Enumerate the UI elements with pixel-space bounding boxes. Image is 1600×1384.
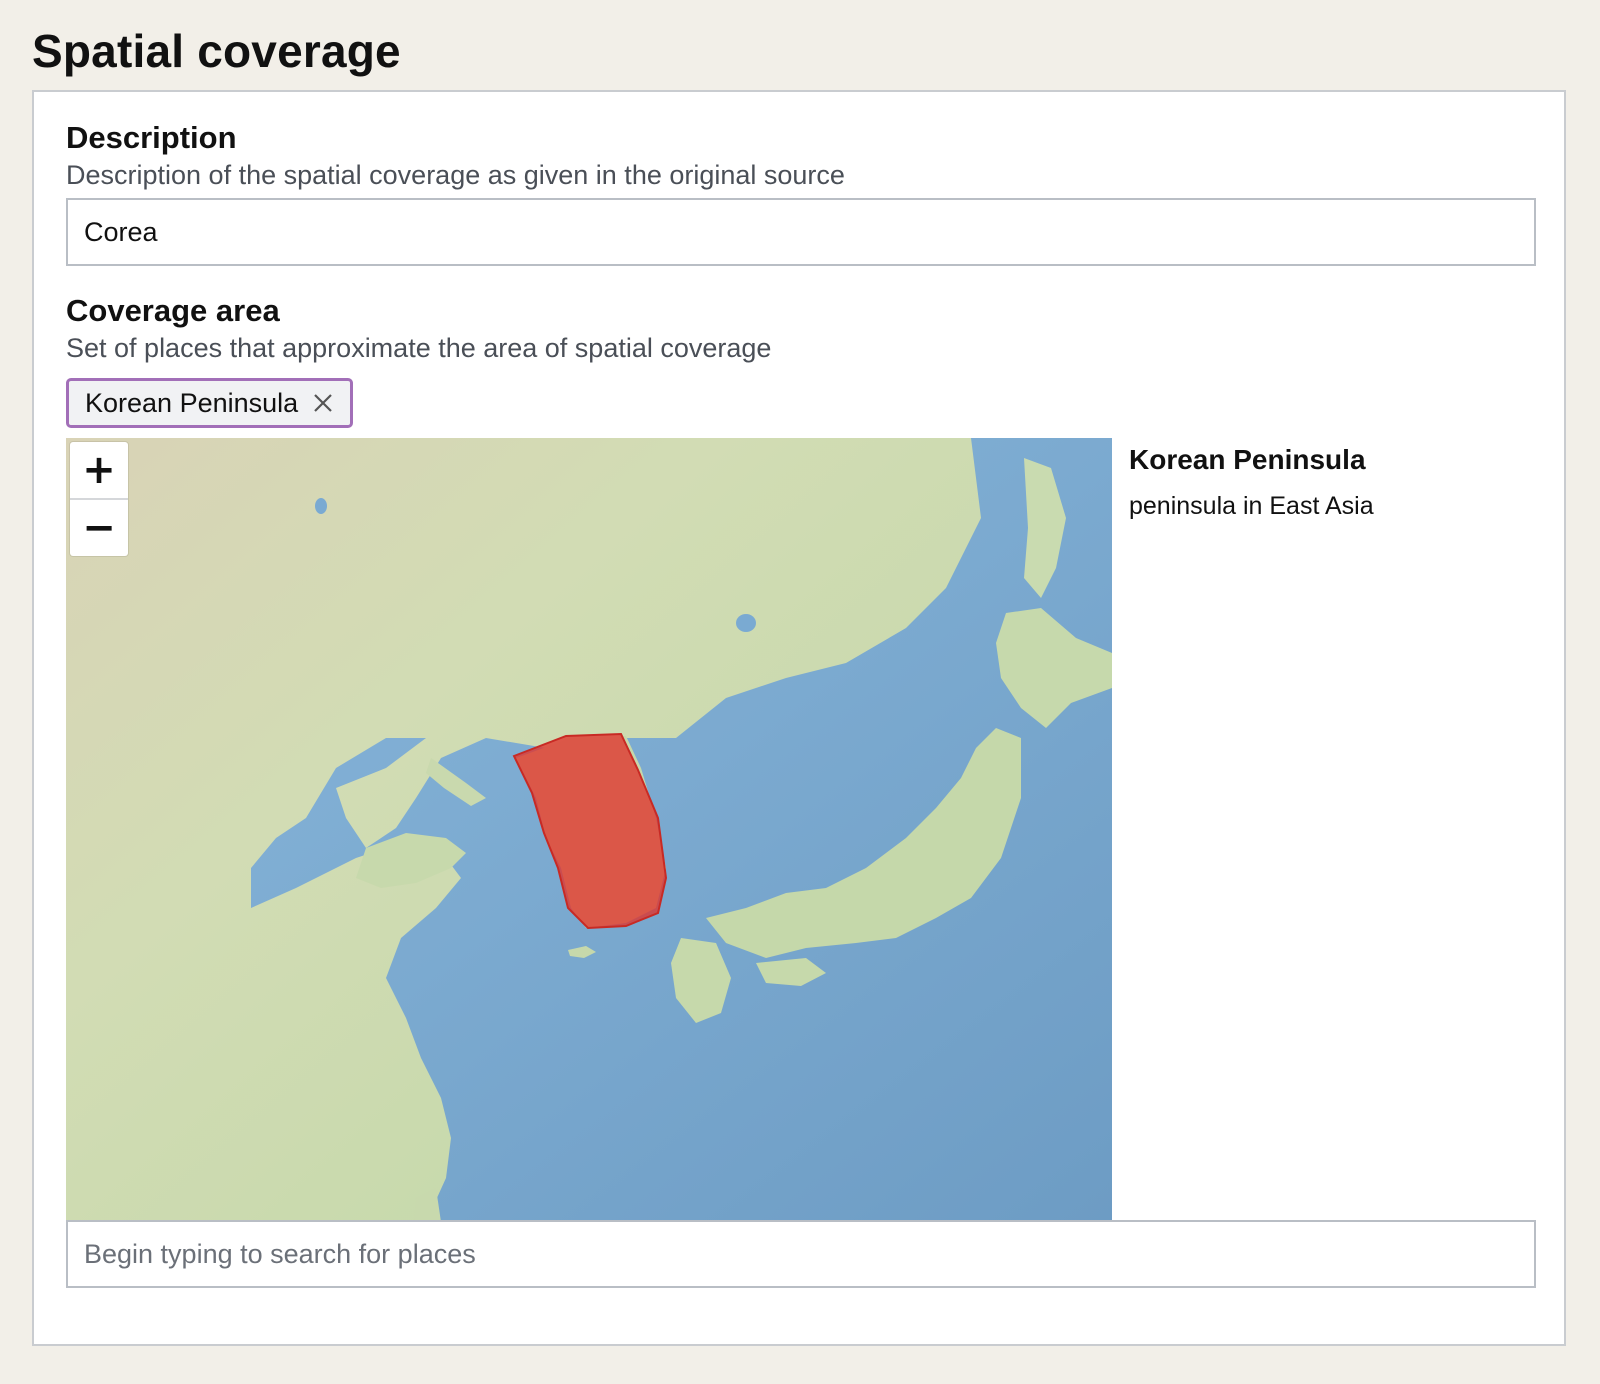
place-info-title: Korean Peninsula bbox=[1129, 444, 1366, 475]
description-input[interactable] bbox=[66, 198, 1536, 266]
zoom-in-button[interactable]: + bbox=[70, 442, 128, 498]
description-help: Description of the spatial coverage as g… bbox=[66, 160, 845, 190]
close-icon[interactable] bbox=[312, 392, 334, 414]
spatial-coverage-panel: Description Description of the spatial c… bbox=[32, 90, 1566, 1346]
place-search-input[interactable] bbox=[66, 1220, 1536, 1288]
description-label: Description bbox=[66, 120, 237, 155]
lake-hulun bbox=[315, 498, 327, 514]
zoom-controls: + − bbox=[70, 442, 128, 556]
coverage-area-label: Coverage area bbox=[66, 293, 280, 328]
place-info-description: peninsula in East Asia bbox=[1129, 492, 1374, 520]
coverage-map[interactable]: + − bbox=[66, 438, 1112, 1222]
map-canvas[interactable] bbox=[66, 438, 1112, 1222]
selected-place-chip[interactable]: Korean Peninsula bbox=[66, 378, 354, 428]
zoom-out-button[interactable]: − bbox=[70, 498, 128, 556]
coverage-area-help: Set of places that approximate the area … bbox=[66, 333, 772, 363]
selected-place-label: Korean Peninsula bbox=[85, 387, 299, 418]
lake-khanka bbox=[736, 614, 756, 632]
page-title: Spatial coverage bbox=[32, 25, 401, 77]
